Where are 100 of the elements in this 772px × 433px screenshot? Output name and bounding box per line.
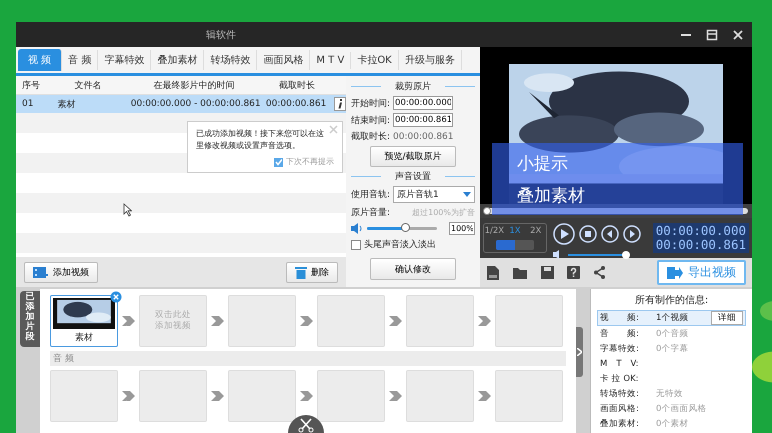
info-label: 音 频: [600, 328, 640, 340]
empty-slot [228, 295, 296, 347]
tip-message: 已成功添加视频！接下来您可以在这里修改视频或设置声音选项。 [196, 128, 325, 152]
info-value: 1个视频 [656, 312, 688, 324]
collapse-handle[interactable] [576, 327, 583, 377]
tab[interactable]: M T V [310, 52, 352, 69]
side-tab[interactable]: 已添加片段 [20, 291, 40, 347]
checkbox[interactable] [274, 158, 283, 167]
info-label: M T V: [600, 358, 640, 370]
column-header: 截取时长 [278, 80, 316, 92]
column-header: 在最终影片中的时间 [152, 80, 236, 92]
overlay-text: 叠加素材 [517, 184, 585, 207]
empty-slot [495, 295, 563, 347]
scissors-icon[interactable] [288, 415, 324, 433]
column-header: 序号 [21, 80, 41, 92]
speed-button[interactable]: 1/2X [484, 224, 505, 238]
info-label: 转场特效: [600, 388, 640, 400]
chevron-icon [300, 391, 313, 401]
empty-slot [317, 295, 385, 347]
speaker-icon [351, 223, 364, 234]
table-cell-text: 01 [21, 99, 34, 110]
time-field[interactable]: 00:00:00.861 [393, 113, 454, 128]
info-value: 0个音频 [656, 328, 688, 340]
window-title: 辑软件 [206, 28, 236, 42]
empty-slot [228, 370, 296, 422]
track-dropdown[interactable]: 原片音轨1 [393, 186, 475, 204]
table-cell-text: 00:00:00.861 [264, 99, 328, 110]
info-value: 无特效 [656, 388, 683, 400]
current-time: 00:00:00.000 [656, 224, 746, 238]
tab[interactable]: 转场特效 [204, 50, 258, 70]
info-value: 0个画面风格 [656, 402, 706, 414]
details-button[interactable]: 详细 [711, 311, 743, 325]
info-label: 字幕特效: [600, 342, 640, 354]
field-label: 结束时间: [351, 114, 390, 127]
info-label: 卡 拉 OK: [600, 372, 640, 384]
film-add-icon [33, 266, 49, 278]
chevron-icon [211, 391, 224, 401]
slider-thumb[interactable] [622, 250, 630, 259]
field-label: 使用音轨: [351, 188, 390, 202]
chevron-icon [122, 316, 135, 326]
info-icon[interactable] [334, 97, 346, 112]
trash-icon [295, 266, 307, 278]
slider-thumb[interactable] [400, 223, 410, 232]
empty-slot [317, 370, 385, 422]
speed-slider[interactable] [496, 240, 534, 250]
empty-slot [406, 295, 474, 347]
maximize-icon[interactable] [706, 28, 718, 41]
duration-value: 00:00:00.861 [393, 132, 454, 142]
table-cell-text: 00:00:00.000 - 00:00:00.861 [130, 99, 262, 110]
delete-button[interactable]: 删除 [286, 262, 338, 282]
checkbox-label: 下次不再提示 [286, 156, 334, 168]
add-video-button[interactable]: 添加视频 [24, 262, 98, 282]
overlay-text: 小提示 [517, 152, 568, 175]
empty-slot [50, 370, 118, 422]
tab[interactable]: 音 频 [62, 50, 98, 70]
stop-icon[interactable] [579, 225, 597, 244]
audio-track-label: 音 频 [50, 351, 566, 366]
speed-button[interactable]: 2X [525, 224, 546, 238]
info-label: 画面风格: [600, 402, 640, 414]
remove-icon[interactable] [110, 291, 122, 303]
tab[interactable]: 叠加素材 [151, 50, 204, 70]
chevron-icon [122, 391, 135, 401]
previous-frame-icon[interactable] [601, 225, 619, 244]
table-cell-text: 素材 [56, 98, 76, 111]
info-label: 叠加素材: [600, 418, 640, 430]
section-title: 声音设置 [395, 172, 431, 182]
share-icon[interactable] [593, 266, 606, 280]
checkbox[interactable] [351, 240, 361, 250]
table-row[interactable]: 01 素材 00:00:00.000 - 00:00:00.861 00:00:00.861 [16, 95, 346, 114]
chevron-icon [300, 316, 313, 326]
info-value: 0个字幕 [656, 342, 688, 354]
field-label: 原片音量: [351, 206, 390, 220]
tab[interactable]: 升级与服务 [398, 50, 462, 70]
progress-track[interactable] [484, 208, 748, 214]
empty-slot [495, 370, 563, 422]
confirm-button[interactable]: 确认修改 [370, 258, 456, 280]
dropdown-icon [463, 192, 471, 198]
folder-icon[interactable] [513, 266, 528, 280]
column-header: 文件名 [74, 80, 102, 92]
save-icon[interactable] [541, 266, 554, 280]
preview-trim-button[interactable]: 预览/截取原片 [370, 146, 456, 168]
chevron-icon [478, 391, 491, 401]
tab[interactable]: 卡拉OK [351, 50, 399, 70]
close-icon[interactable] [732, 28, 744, 41]
help-icon[interactable] [567, 266, 580, 280]
next-frame-icon[interactable] [623, 225, 641, 244]
tab[interactable]: 画面风格 [257, 50, 310, 70]
field-label: 开始时间: [351, 98, 390, 110]
progress-thumb[interactable] [483, 207, 491, 216]
play-icon[interactable] [553, 223, 575, 246]
info-title: 所有制作的信息: [634, 294, 710, 308]
clip-label: 素材 [75, 332, 93, 344]
empty-slot [139, 370, 207, 422]
field-label: 截取时长: [351, 130, 390, 144]
section-title: 裁剪原片 [395, 82, 431, 92]
total-time: 00:00:00.861 [656, 238, 746, 252]
document-icon[interactable] [486, 266, 500, 280]
export-icon [667, 266, 683, 279]
chevron-icon [478, 316, 491, 326]
tab[interactable]: 字幕特效 [98, 50, 152, 70]
